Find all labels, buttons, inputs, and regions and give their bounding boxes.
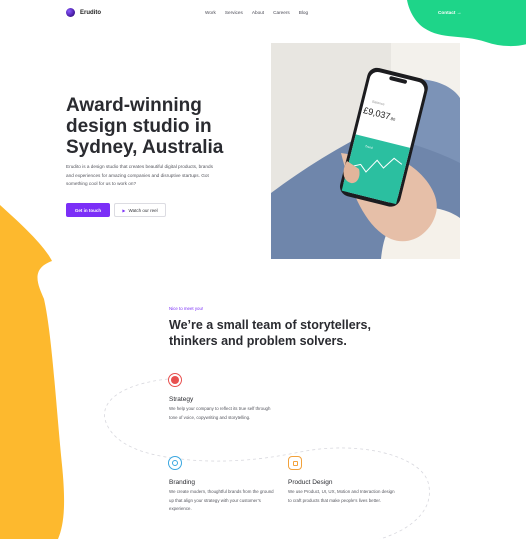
phone-amount-decimals: .80 [389,115,396,122]
logo-mark-icon [66,8,75,17]
team-section-title: We’re a small team of storytellers, thin… [169,318,371,348]
nav-item-work[interactable]: Work [205,10,216,15]
nav-item-careers[interactable]: Careers [273,10,290,15]
green-blob-shape [407,0,526,47]
service-text-branding: We create modern, thoughtful brands from… [169,489,274,512]
service-title-strategy: Strategy [169,396,194,403]
service-title-product-design: Product Design [288,479,333,486]
nav-item-services[interactable]: Services [225,10,243,15]
hero-title: Award-winning design studio in Sydney, A… [66,95,224,158]
service-title-branding: Branding [169,479,196,486]
service-text-product-design: We use Product, UI, UX, Motion and Inter… [288,489,395,503]
logo[interactable]: Erudito [66,8,101,17]
watch-reel-label: Watch our reel [128,207,158,213]
nav-item-about[interactable]: About [252,10,264,15]
strategy-icon [168,373,182,387]
hero-description: Erudito is a design studio that creates … [66,164,213,186]
branding-icon [168,456,182,470]
nav-item-blog[interactable]: Blog [299,10,308,15]
section-eyebrow: Nice to meet you! [169,306,204,311]
contact-link[interactable]: Contact → [438,10,461,15]
hero-image: Balance £9,037.80 Trend [271,43,460,259]
play-icon: ▶ [122,207,126,213]
main-nav: Work Services About Careers Blog [205,10,308,15]
get-in-touch-button[interactable]: Get in touch [66,203,110,217]
product-design-icon [288,456,302,470]
phone-in-hand-illustration [271,43,460,259]
watch-reel-button[interactable]: ▶ Watch our reel [114,203,166,217]
logo-text: Erudito [80,9,101,16]
service-text-strategy: We help your company to reflect its true… [169,406,271,420]
